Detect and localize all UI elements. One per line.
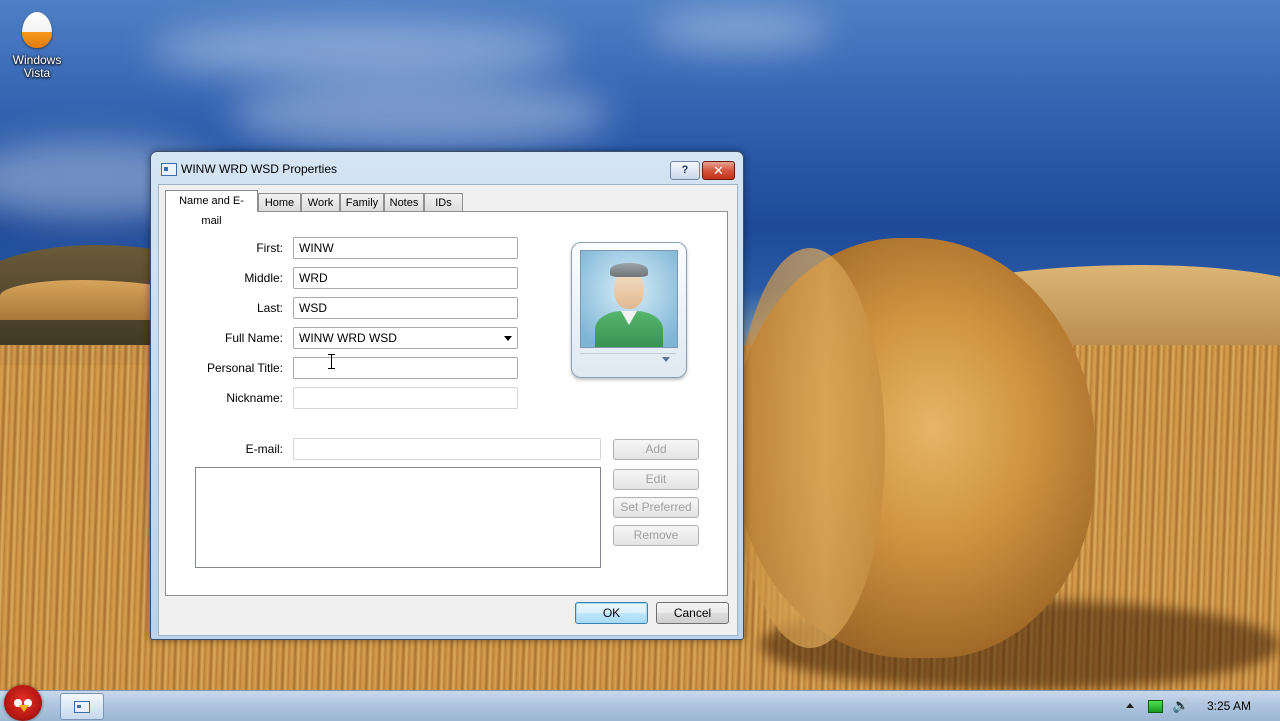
chevron-down-icon[interactable] (662, 357, 670, 362)
last-name-field[interactable]: WSD (293, 297, 518, 319)
contact-picture-frame[interactable] (571, 242, 687, 378)
hay-bale-face (735, 248, 885, 648)
picture-options-bar[interactable] (580, 353, 676, 368)
first-name-field[interactable]: WINW (293, 237, 518, 259)
personal-title-label: Personal Title: (206, 361, 283, 375)
volume-icon[interactable]: 🔊 (1172, 697, 1189, 714)
last-label: Last: (256, 301, 283, 315)
avatar-cap (610, 263, 648, 277)
dialog-client-area: Name and E-mail Home Work Family Notes I… (158, 184, 738, 636)
cloud (230, 80, 610, 150)
set-preferred-button[interactable]: Set Preferred (613, 497, 699, 518)
nickname-label: Nickname: (226, 391, 283, 405)
help-button[interactable]: ? (670, 161, 700, 180)
dropdown-arrow-icon[interactable] (504, 336, 512, 341)
add-email-button[interactable]: Add (613, 439, 699, 460)
taskbar: 🔊 3:25 AM (0, 685, 1280, 721)
tab-home[interactable]: Home (258, 193, 301, 211)
email-list[interactable] (195, 467, 601, 568)
desktop-icon-windows-vista[interactable]: Windows Vista (6, 10, 68, 80)
middle-label: Middle: (244, 271, 283, 285)
network-icon[interactable] (1148, 700, 1163, 713)
tab-notes[interactable]: Notes (384, 193, 424, 211)
full-name-value: WINW WRD WSD (299, 331, 397, 345)
contact-avatar (580, 250, 678, 348)
tab-work[interactable]: Work (301, 193, 340, 211)
egg-icon (22, 12, 52, 48)
desktop-icon-label: Windows Vista (12, 53, 62, 80)
tab-family[interactable]: Family (340, 193, 384, 211)
tab-name-and-email[interactable]: Name and E-mail (165, 190, 258, 227)
contact-card-icon (161, 163, 177, 176)
personal-title-field[interactable] (293, 357, 518, 379)
start-button[interactable] (4, 685, 42, 721)
middle-name-field[interactable]: WRD (293, 267, 518, 289)
tab-panel-name-and-email: First: WINW Middle: WRD Last: WSD Full N… (165, 211, 728, 596)
close-button[interactable]: ✕ (702, 161, 735, 180)
first-label: First: (256, 241, 283, 255)
text-cursor-icon (328, 354, 336, 369)
edit-email-button[interactable]: Edit (613, 469, 699, 490)
contact-card-icon (74, 701, 90, 713)
beak-icon (19, 705, 29, 712)
nickname-field[interactable] (293, 387, 518, 409)
show-hidden-icons-icon[interactable] (1126, 703, 1134, 708)
email-field[interactable] (293, 438, 601, 460)
cloud (650, 10, 830, 50)
tab-ids[interactable]: IDs (424, 193, 463, 211)
properties-dialog: WINW WRD WSD Properties ? ✕ Name and E-m… (150, 151, 744, 640)
full-name-label: Full Name: (224, 331, 283, 345)
cancel-button[interactable]: Cancel (656, 602, 729, 624)
remove-email-button[interactable]: Remove (613, 525, 699, 546)
email-label: E-mail: (245, 442, 283, 456)
ok-button[interactable]: OK (575, 602, 648, 624)
title-bar[interactable]: WINW WRD WSD Properties ? ✕ (151, 152, 743, 184)
full-name-dropdown[interactable]: WINW WRD WSD (293, 327, 518, 349)
taskbar-contact-properties-button[interactable] (60, 693, 104, 720)
window-title: WINW WRD WSD Properties (181, 162, 337, 176)
taskbar-clock[interactable]: 3:25 AM (1196, 699, 1262, 713)
cloud (150, 20, 570, 80)
